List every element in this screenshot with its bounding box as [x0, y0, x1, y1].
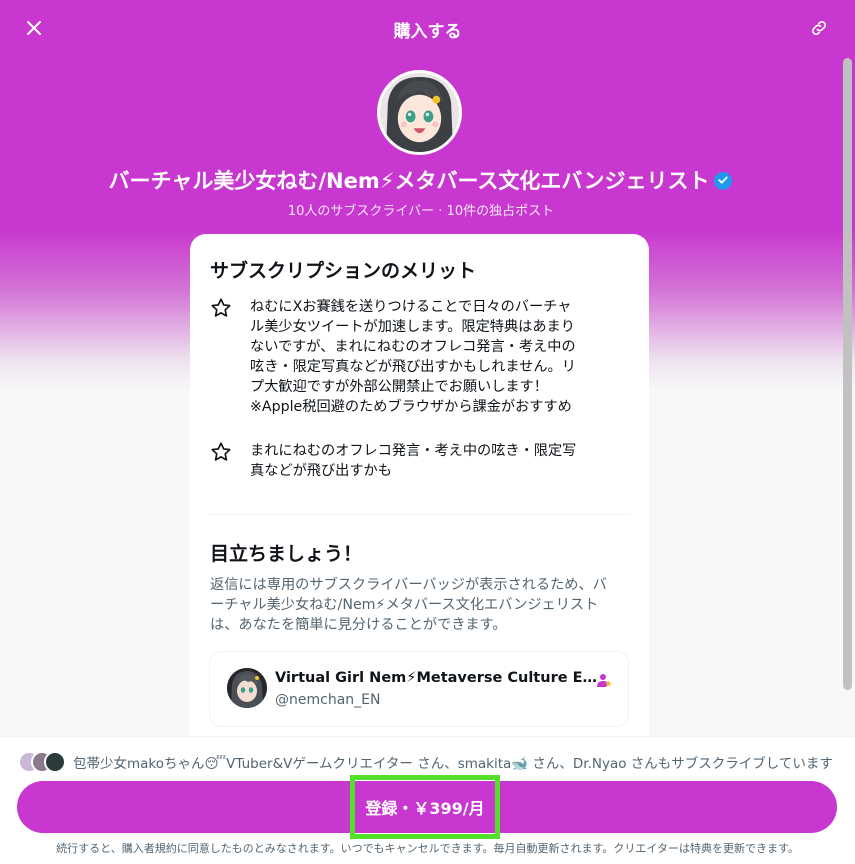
divider — [208, 514, 629, 515]
subscriber-badge-icon — [597, 674, 612, 687]
benefit-text: ねむにXお賽銭を送りつけることで日々のバーチャ ル美少女ツイートが加速します。限… — [250, 299, 576, 415]
reply-preview: Virtual Girl Nem⚡Metaverse Culture Evan.… — [209, 651, 629, 727]
benefit-item: ねむにXお賽銭を送りつけることで日々のバーチャ ル美少女ツイートが加速します。限… — [210, 297, 630, 421]
subscribers-text: 包帯少女makoちゃん😴VTuber&Vゲームクリエイター さん、smakita… — [73, 756, 833, 772]
subscribe-footer: 包帯少女makoちゃん😴VTuber&Vゲームクリエイター さん、smakita… — [0, 736, 855, 864]
star-icon — [211, 442, 231, 461]
scrollbar-thumb[interactable] — [843, 58, 852, 690]
modal-header: 購入する — [0, 0, 855, 56]
benefits-heading: サブスクリプションのメリット — [210, 260, 477, 282]
standout-text: 返信には専用のサブスクライバーバッジが表示されるため、バ ーチャル美少女ねむ/N… — [210, 577, 607, 633]
avatar — [44, 751, 66, 773]
standout-heading: 目立ちましょう！ — [210, 543, 363, 565]
subscriber-avatars — [18, 751, 68, 773]
subscribe-button-label: 登録・￥399/月 — [365, 799, 485, 818]
subscribe-modal: 購入する バーチャル美少女ねむ/Nem⚡メタバース文化エバンジェリスト 10人の… — [0, 0, 855, 864]
preview-avatar — [227, 668, 267, 708]
creator-name: バーチャル美少女ねむ/Nem⚡メタバース文化エバンジェリスト — [0, 165, 842, 195]
creator-avatar — [377, 70, 462, 155]
page-title: 購入する — [393, 22, 462, 42]
creator-stats: 10人のサブスクライバー · 10件の独占ポスト — [287, 204, 555, 219]
highlight-box[interactable]: 登録・￥399/月 — [350, 775, 500, 839]
benefit-text: まれにねむのオフレコ発言・考え中の呟き・限定写 真などが飛び出すかも — [250, 443, 577, 479]
legal-text: 続行すると、購入者規約に同意したものとみなされます。いつでもキャンセルできます。… — [56, 842, 799, 855]
benefits-card: サブスクリプションのメリット ねむにXお賽銭を送りつけることで日々のバーチャ ル… — [190, 234, 649, 754]
benefit-item: まれにねむのオフレコ発言・考え中の呟き・限定写 真などが飛び出すかも — [210, 441, 630, 485]
creator-name-text: バーチャル美少女ねむ/Nem⚡メタバース文化エバンジェリスト — [108, 169, 710, 193]
preview-avatar-image — [227, 668, 267, 708]
link-icon — [812, 21, 826, 35]
copy-link-button[interactable] — [805, 14, 833, 42]
preview-handle: @nemchan_EN — [275, 692, 381, 708]
preview-name: Virtual Girl Nem⚡Metaverse Culture Evan.… — [275, 670, 605, 686]
avatar-image — [380, 73, 459, 152]
verified-badge-icon — [713, 171, 734, 190]
star-icon — [211, 298, 231, 317]
